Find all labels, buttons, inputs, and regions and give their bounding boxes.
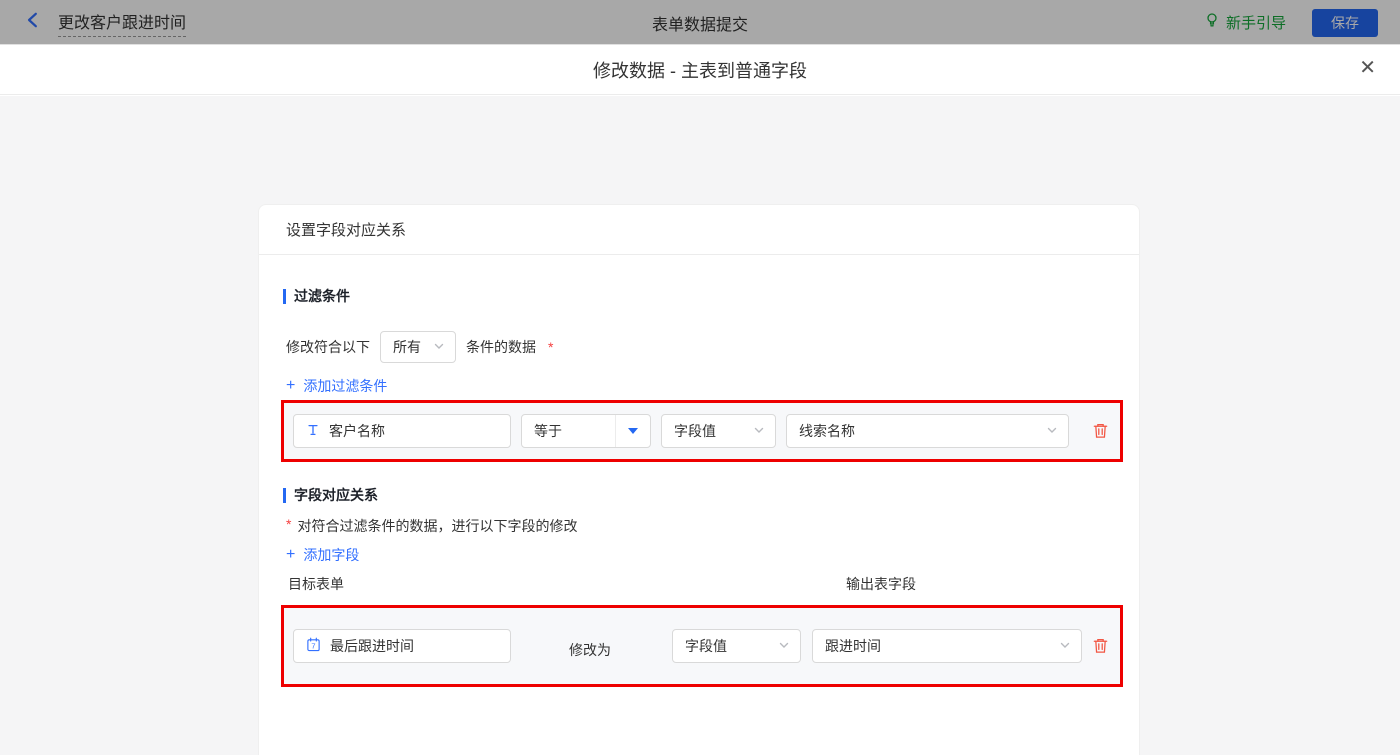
mapping-value-select[interactable]: 跟进时间	[812, 629, 1082, 663]
workflow-name[interactable]: 更改客户跟进时间	[58, 9, 186, 37]
dialog-title: 修改数据 - 主表到普通字段	[593, 57, 807, 83]
mapping-row-highlight: 7 最后跟进时间 修改为 字段值 跟进时间	[281, 605, 1123, 687]
plus-icon: +	[286, 378, 295, 394]
calendar-icon: 7	[306, 637, 321, 655]
mapping-description-row: * 对符合过滤条件的数据，进行以下字段的修改	[286, 516, 577, 536]
modify-to-label: 修改为	[569, 640, 611, 660]
column-header-target-form: 目标表单	[288, 574, 344, 594]
lightbulb-icon	[1204, 12, 1220, 33]
chevron-down-icon	[433, 339, 445, 355]
text-type-icon	[306, 423, 320, 440]
chevron-down-icon	[778, 638, 790, 654]
mapping-section-label: 字段对应关系	[294, 485, 378, 505]
screen: 表单数据提交 更改客户跟进时间 新手引导 保存 修改数据 - 主表到普通字段 ✕	[0, 0, 1400, 755]
beginner-guide-link[interactable]: 新手引导	[1204, 12, 1286, 33]
back-chevron-icon	[24, 11, 42, 34]
back-button[interactable]	[24, 11, 42, 34]
condition-row: 修改符合以下 所有 条件的数据 *	[286, 331, 553, 363]
mapping-valuetype-select[interactable]: 字段值	[672, 629, 801, 663]
add-filter-label: 添加过滤条件	[303, 376, 387, 396]
mapping-section-title: 字段对应关系	[283, 485, 378, 505]
save-button[interactable]: 保存	[1312, 9, 1378, 37]
add-filter-condition-link[interactable]: + 添加过滤条件	[286, 376, 387, 396]
dialog-body: 设置字段对应关系 过滤条件 修改符合以下 所有 条件的数据 * + 添	[0, 96, 1400, 755]
column-header-output-field: 输出表字段	[846, 574, 916, 594]
section-marker	[283, 289, 286, 304]
settings-panel: 设置字段对应关系 过滤条件 修改符合以下 所有 条件的数据 * + 添	[258, 204, 1140, 755]
condition-suffix: 条件的数据	[466, 337, 536, 357]
caret-down-icon	[628, 428, 638, 434]
add-field-link[interactable]: + 添加字段	[286, 545, 359, 565]
add-field-label: 添加字段	[303, 545, 359, 565]
delete-mapping-row-button[interactable]	[1092, 637, 1109, 654]
mapping-field-input[interactable]: 7 最后跟进时间	[293, 629, 511, 663]
chevron-down-icon	[1059, 638, 1071, 654]
chevron-down-icon	[753, 423, 765, 439]
chevron-down-icon	[1046, 423, 1058, 439]
top-bar: 表单数据提交 更改客户跟进时间 新手引导 保存	[0, 0, 1400, 45]
required-mark: *	[548, 339, 553, 355]
mapping-description: 对符合过滤条件的数据，进行以下字段的修改	[297, 516, 577, 536]
filter-value-select[interactable]: 线索名称	[786, 414, 1069, 448]
operator-caret-zone[interactable]	[615, 415, 650, 447]
mapping-field-value: 最后跟进时间	[330, 636, 414, 656]
svg-text:7: 7	[311, 642, 315, 651]
dialog-header: 修改数据 - 主表到普通字段	[0, 45, 1400, 95]
filter-operator-select[interactable]: 等于	[521, 414, 651, 448]
required-mark: *	[286, 516, 291, 532]
condition-scope-select[interactable]: 所有	[380, 331, 456, 363]
guide-label: 新手引导	[1226, 12, 1286, 33]
plus-icon: +	[286, 547, 295, 563]
filter-valuetype-select[interactable]: 字段值	[661, 414, 776, 448]
filter-field-input[interactable]: 客户名称	[293, 414, 511, 448]
filter-row-highlight: 客户名称 等于 字段值 线索名称	[281, 400, 1123, 462]
filter-field-value: 客户名称	[329, 421, 385, 441]
delete-filter-row-button[interactable]	[1092, 422, 1109, 439]
topbar-title: 表单数据提交	[0, 0, 1400, 45]
section-marker	[283, 488, 286, 503]
condition-prefix: 修改符合以下	[286, 337, 370, 357]
filter-section-label: 过滤条件	[294, 286, 350, 306]
panel-header: 设置字段对应关系	[259, 205, 1139, 255]
filter-section-title: 过滤条件	[283, 286, 350, 306]
close-icon[interactable]: ✕	[1359, 58, 1376, 78]
